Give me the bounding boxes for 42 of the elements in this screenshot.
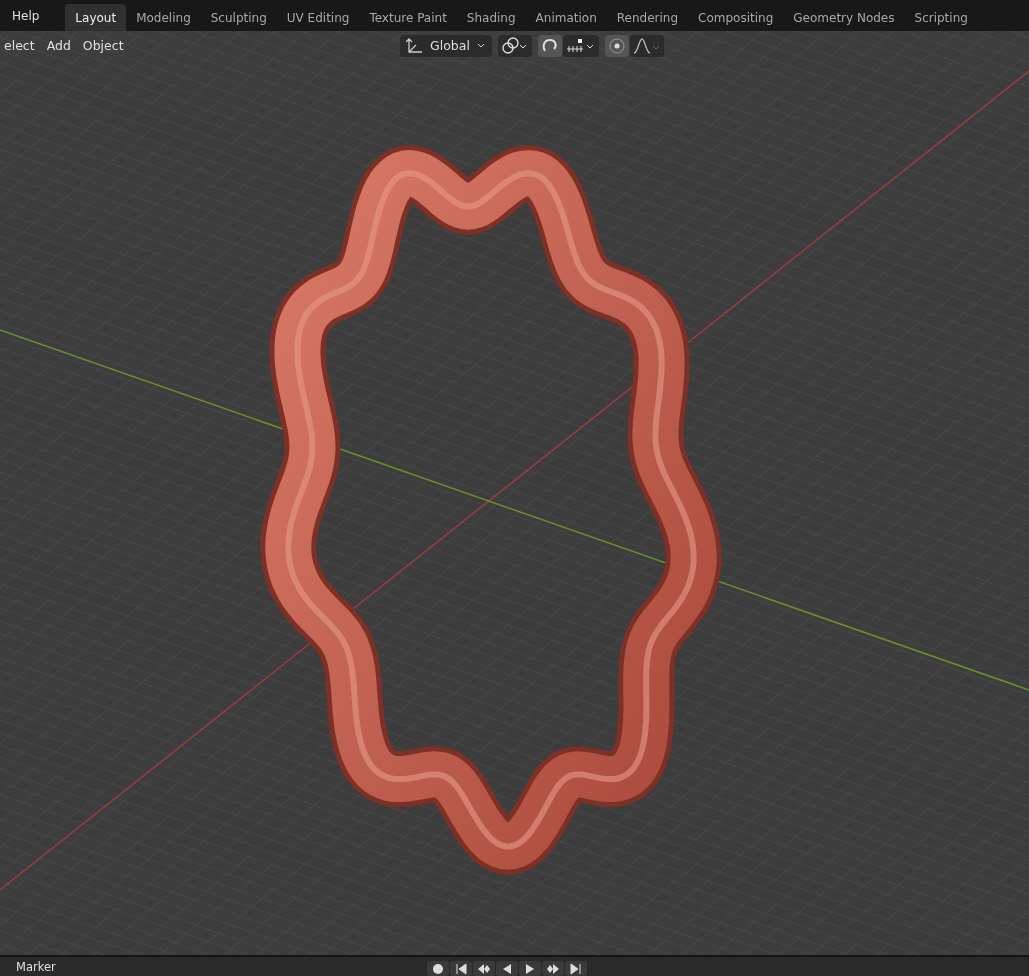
workspace-tab[interactable]: Layout bbox=[65, 4, 127, 31]
workspace-tab[interactable]: Texture Paint bbox=[359, 4, 457, 31]
header-menu[interactable]: Object bbox=[78, 35, 128, 56]
axes-icon bbox=[406, 36, 424, 55]
transform-orientation-dropdown[interactable]: Global bbox=[400, 34, 492, 57]
workspace-tab[interactable]: Scripting bbox=[904, 4, 978, 31]
play-reverse-button[interactable] bbox=[495, 961, 518, 976]
next-keyframe-icon bbox=[545, 962, 560, 975]
header-menu[interactable]: elect bbox=[0, 35, 39, 56]
workspace-tab[interactable]: Compositing bbox=[688, 4, 784, 31]
workspace-tab[interactable]: Shading bbox=[456, 4, 526, 31]
play-button[interactable] bbox=[518, 961, 541, 976]
marker-menu[interactable]: Marker bbox=[10, 957, 62, 976]
skip-forward-icon bbox=[569, 962, 582, 975]
workspace-tab[interactable]: Animation bbox=[525, 4, 607, 31]
increment-icon bbox=[565, 36, 596, 55]
help-menu[interactable]: Help bbox=[6, 5, 46, 26]
falloff-curve-dropdown[interactable] bbox=[629, 34, 664, 57]
workspace-tab[interactable]: Geometry Nodes bbox=[783, 4, 905, 31]
record-button[interactable] bbox=[426, 961, 449, 976]
proportional-editing-toggle[interactable] bbox=[604, 34, 629, 57]
jump-end-button[interactable] bbox=[564, 961, 587, 976]
play-icon bbox=[523, 962, 536, 975]
workspace-tab[interactable]: Rendering bbox=[606, 4, 689, 31]
pivot-link-dropdown[interactable] bbox=[497, 34, 532, 57]
wavy-ring-model[interactable] bbox=[260, 145, 722, 875]
workspace-tab[interactable]: UV Editing bbox=[276, 4, 360, 31]
workspace-tab[interactable]: Sculpting bbox=[200, 4, 277, 31]
snap-increment-dropdown[interactable] bbox=[562, 34, 599, 57]
header-menu[interactable]: Add bbox=[42, 35, 75, 56]
magnet-snap-toggle[interactable] bbox=[537, 34, 562, 57]
record-dot-icon bbox=[431, 962, 444, 975]
skip-back-icon bbox=[454, 962, 467, 975]
previous-keyframe-icon bbox=[476, 962, 491, 975]
3d-viewport[interactable]: elect Add Object Global bbox=[0, 31, 1029, 955]
next-keyframe-button[interactable] bbox=[541, 961, 564, 976]
previous-keyframe-button[interactable] bbox=[472, 961, 495, 976]
workspace-tab[interactable]: Modeling bbox=[126, 4, 201, 31]
target-circle-icon bbox=[607, 36, 626, 55]
jump-start-button[interactable] bbox=[449, 961, 472, 976]
bell-curve-icon bbox=[632, 36, 661, 55]
linked-circles-icon bbox=[500, 36, 529, 55]
